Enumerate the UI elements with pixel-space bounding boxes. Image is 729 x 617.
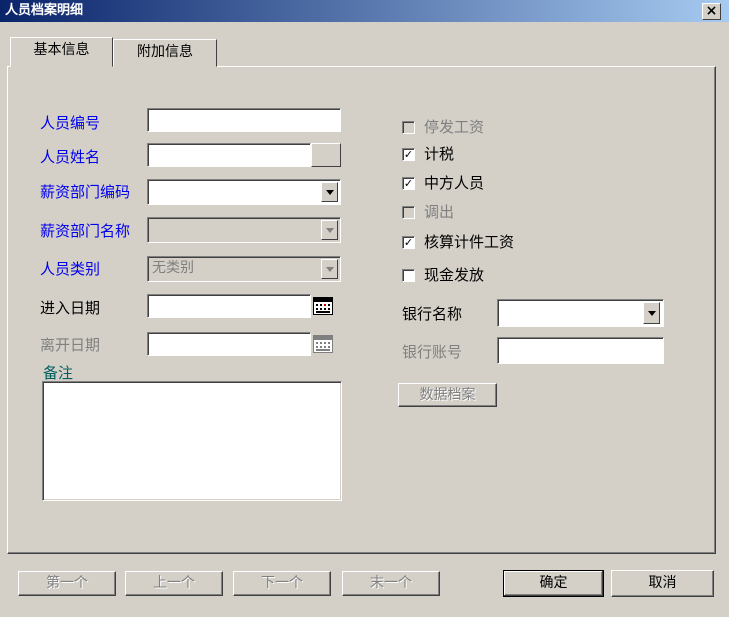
- tab-label: 基本信息: [33, 42, 90, 58]
- emp-type-dropdown-button: [321, 259, 338, 279]
- bank-account-label: 银行账号: [402, 343, 463, 361]
- emp-type-label: 人员类别: [40, 260, 101, 278]
- transfer-out-checkbox: [402, 206, 415, 219]
- stop-salary-checkbox: [402, 121, 415, 134]
- cash-payment-checkbox[interactable]: [402, 269, 415, 282]
- emp-no-field[interactable]: [147, 108, 341, 132]
- piece-wage-label: 核算计件工资: [424, 233, 515, 251]
- transfer-out-label: 调出: [424, 203, 455, 221]
- data-archive-button: 数据档案: [398, 383, 497, 407]
- cash-payment-label: 现金发放: [424, 266, 485, 284]
- title-bar: [0, 0, 729, 22]
- window-title: 人员档案明细: [5, 3, 84, 18]
- first-record-button: 第一个: [18, 571, 116, 596]
- dept-name-label: 薪资部门名称: [40, 222, 131, 240]
- chinese-staff-checkbox[interactable]: ✓: [402, 177, 415, 190]
- tab-basic-info[interactable]: 基本信息: [10, 37, 113, 67]
- bank-account-field[interactable]: [497, 337, 664, 364]
- emp-name-lookup-button[interactable]: [311, 143, 341, 167]
- emp-name-label: 人员姓名: [40, 148, 101, 166]
- tax-label: 计税: [424, 145, 455, 163]
- tab-label: 附加信息: [137, 44, 193, 60]
- next-record-button: 下一个: [233, 571, 331, 596]
- bank-name-label: 银行名称: [402, 305, 463, 323]
- bank-name-select[interactable]: [497, 299, 664, 327]
- ok-button[interactable]: 确定: [503, 570, 604, 597]
- dept-name-dropdown-button: [321, 220, 338, 240]
- calendar-icon: [313, 335, 333, 353]
- remark-textarea[interactable]: [42, 381, 342, 501]
- dept-code-label: 薪资部门编码: [40, 183, 131, 201]
- chevron-down-icon: [325, 189, 334, 195]
- emp-no-label: 人员编号: [40, 114, 101, 132]
- chevron-down-icon: [325, 266, 334, 272]
- prev-record-button: 上一个: [125, 571, 223, 596]
- chinese-staff-label: 中方人员: [424, 174, 485, 192]
- dept-code-dropdown-button[interactable]: [321, 182, 338, 202]
- calendar-icon[interactable]: [313, 297, 333, 315]
- last-record-button: 末一个: [342, 571, 440, 596]
- dept-code-select[interactable]: [147, 179, 341, 205]
- tax-checkbox[interactable]: ✓: [402, 148, 415, 161]
- chevron-down-icon: [647, 310, 656, 316]
- cancel-button[interactable]: 取消: [611, 570, 714, 597]
- chevron-down-icon: [325, 227, 334, 233]
- leave-date-field: [147, 332, 311, 356]
- stop-salary-label: 停发工资: [424, 118, 485, 136]
- leave-date-label: 离开日期: [40, 336, 101, 354]
- bank-name-dropdown-button[interactable]: [643, 302, 660, 324]
- dept-name-select: [147, 217, 341, 243]
- tab-additional-info[interactable]: 附加信息: [113, 39, 217, 67]
- emp-name-field[interactable]: [147, 143, 311, 167]
- entry-date-field[interactable]: [147, 294, 311, 318]
- close-icon: ×: [705, 3, 718, 19]
- remark-label: 备注: [43, 364, 74, 382]
- close-button[interactable]: ×: [702, 3, 721, 20]
- piece-wage-checkbox[interactable]: ✓: [402, 236, 415, 249]
- emp-type-select: 无类别: [147, 256, 341, 282]
- entry-date-label: 进入日期: [40, 299, 101, 317]
